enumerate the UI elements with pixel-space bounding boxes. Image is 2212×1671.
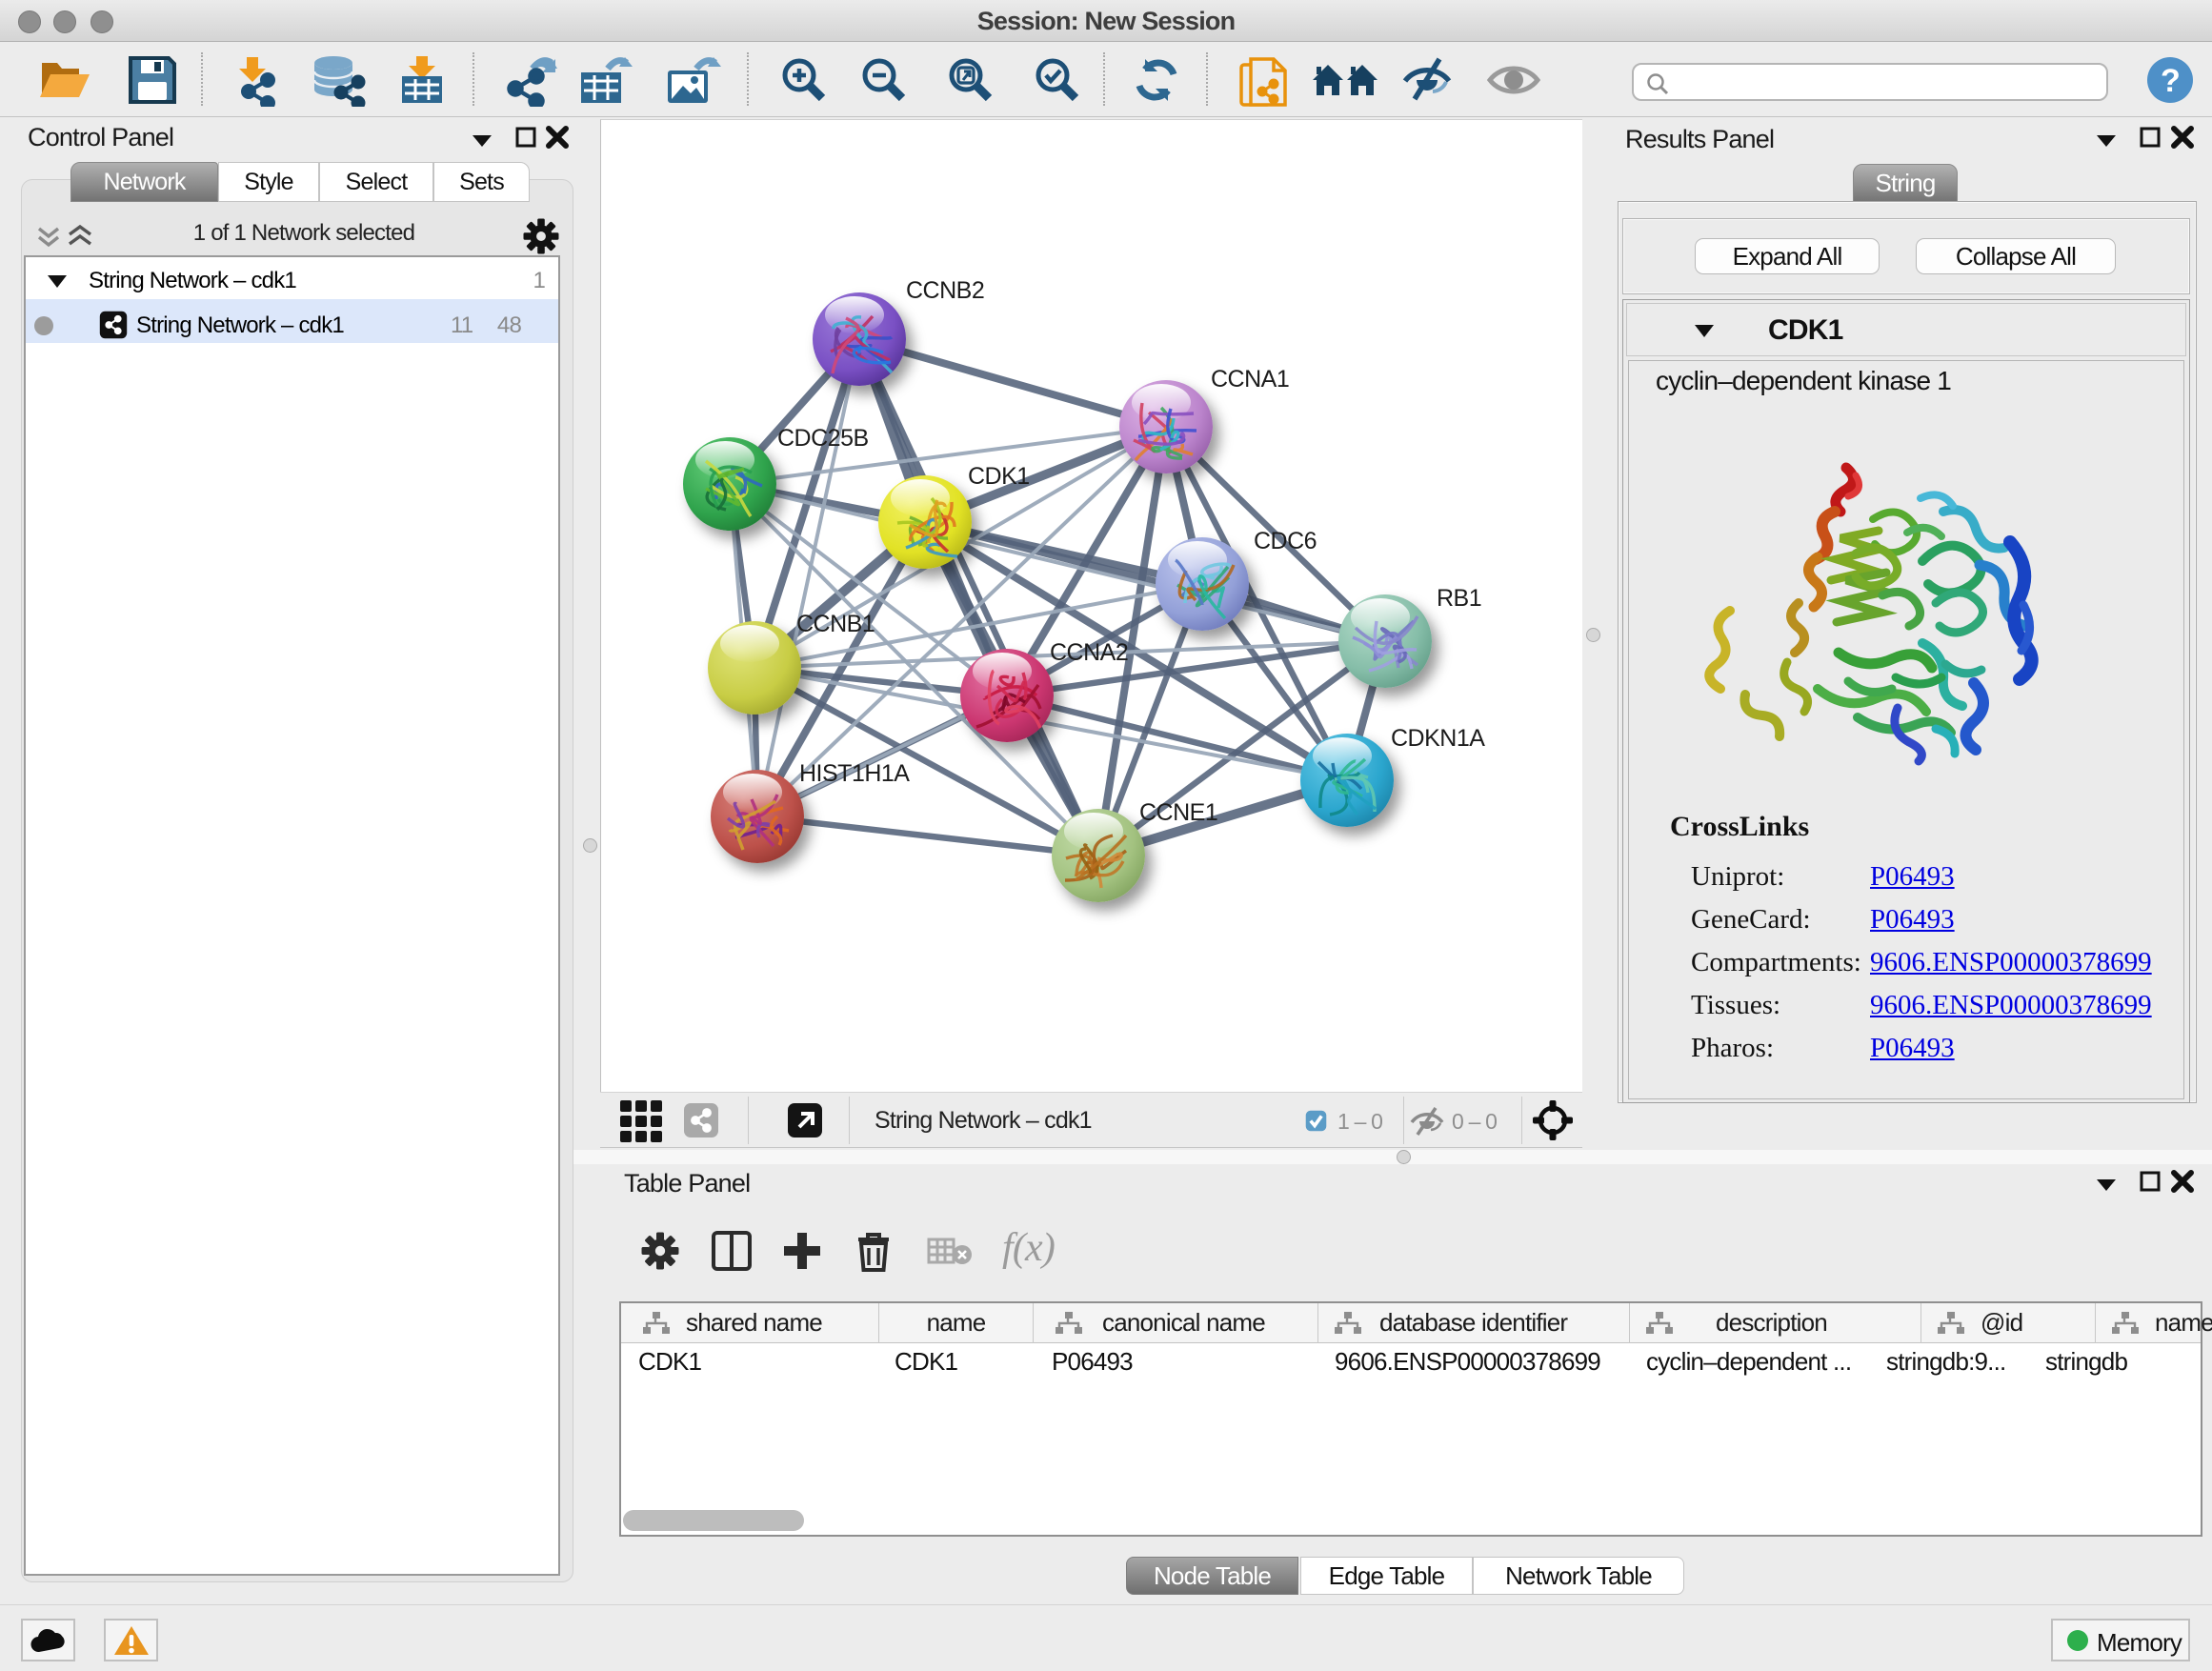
svg-text:?: ? bbox=[2161, 63, 2180, 99]
